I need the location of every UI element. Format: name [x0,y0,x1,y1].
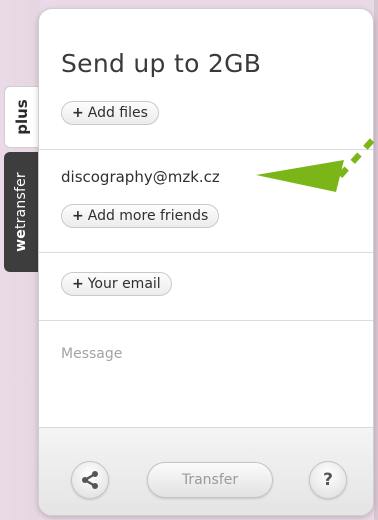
tab-plus[interactable]: plus [4,86,38,148]
transfer-panel: Send up to 2GB + Add files discography@mz… [38,8,374,516]
transfer-button[interactable]: Transfer [147,462,273,498]
page-background-right [374,0,378,520]
plus-icon: + [72,208,84,224]
share-icon [82,471,98,489]
divider [39,320,373,321]
your-email-button[interactable]: + Your email [61,272,172,296]
message-field[interactable]: Message [61,346,122,362]
add-files-label: Add files [87,105,148,121]
plus-icon: + [72,276,84,292]
share-button[interactable] [71,461,109,499]
add-more-friends-label: Add more friends [87,208,209,224]
tab-wetransfer-label: wetransfer [13,172,29,252]
panel-footer: Transfer ? [39,427,373,515]
tab-plus-label: plus [12,99,31,135]
help-icon: ? [323,470,333,490]
brand-rest: transfer [13,172,30,230]
arrow-pointer-icon [256,133,378,192]
panel-title: Send up to 2GB [61,49,262,78]
add-more-friends-button[interactable]: + Add more friends [61,204,220,228]
brand-bold: we [13,229,30,252]
divider [39,252,373,253]
plus-icon: + [72,105,84,121]
tab-wetransfer[interactable]: wetransfer [4,152,38,272]
recipient-email[interactable]: discography@mzk.cz [61,168,220,186]
your-email-label: Your email [87,276,161,292]
add-files-button[interactable]: + Add files [61,101,159,125]
help-button[interactable]: ? [309,461,347,499]
